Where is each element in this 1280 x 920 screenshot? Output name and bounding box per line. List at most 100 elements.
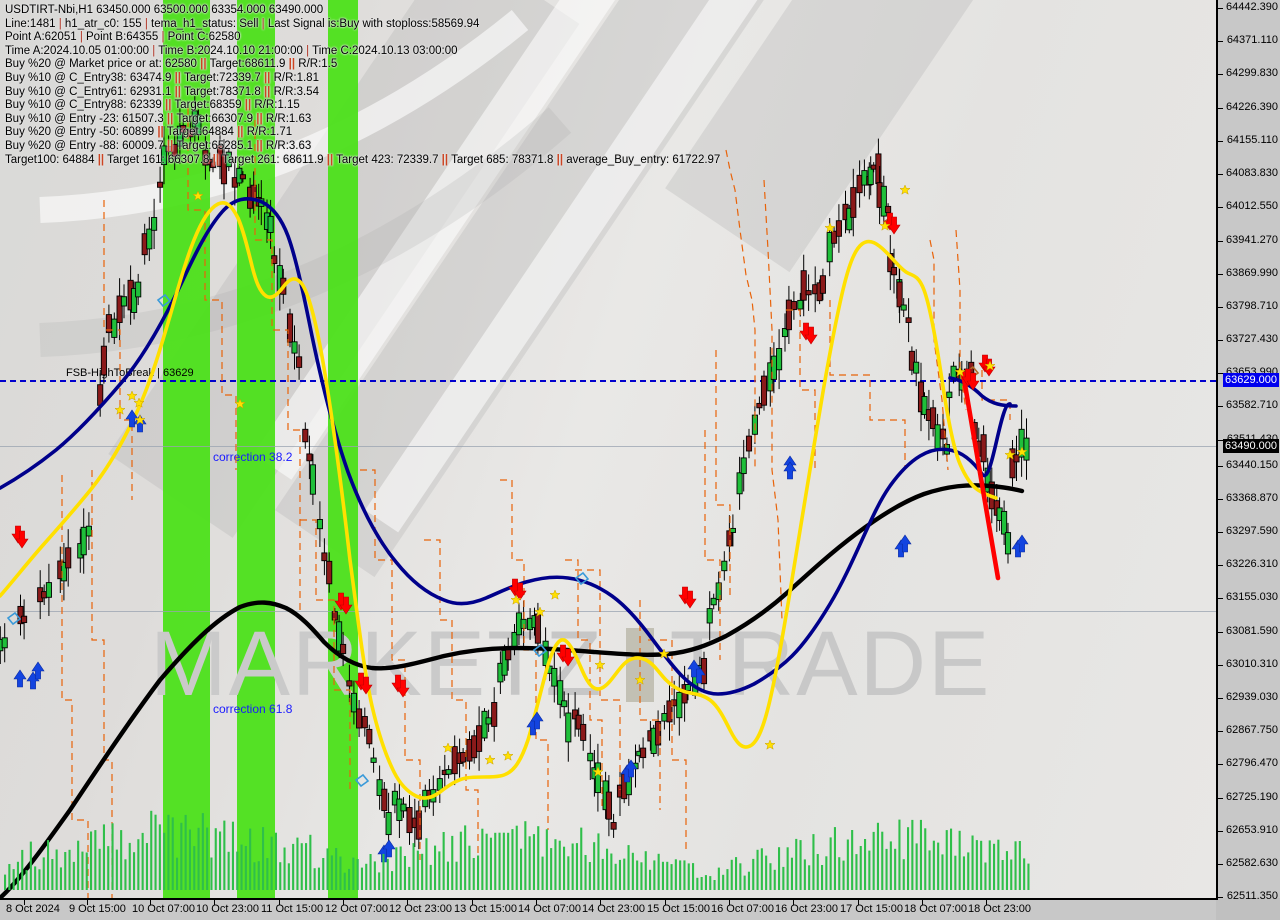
price-tick-label: 63440.150 — [1226, 459, 1278, 471]
chart-info-header: USDTIRT-Nbi,H1 63450.000 63500.000 63354… — [2, 2, 723, 169]
signal-star-icon — [126, 390, 138, 401]
signal-star-icon — [549, 589, 561, 600]
price-tick-label: 62939.030 — [1226, 691, 1278, 703]
price-tick-mark — [1218, 108, 1223, 109]
time-tick-label: 10 Oct 23:00 — [196, 903, 259, 915]
price-tick-mark — [1218, 532, 1223, 533]
price-tick-mark — [1218, 798, 1223, 799]
price-tick-label: 63869.990 — [1226, 267, 1278, 279]
chart-plot-area[interactable]: MARKE TZ TRADE FSB-HighToBreak | 63629 co… — [0, 0, 1218, 900]
price-tick-label: 64442.390 — [1226, 1, 1278, 13]
time-tick-label: 16 Oct 07:00 — [711, 903, 774, 915]
time-tick-label: 17 Oct 15:00 — [840, 903, 903, 915]
time-tick-label: 18 Oct 23:00 — [968, 903, 1031, 915]
time-tick-label: 14 Oct 23:00 — [582, 903, 645, 915]
price-tick-mark — [1218, 307, 1223, 308]
price-tick-label: 62725.190 — [1226, 791, 1278, 803]
price-tick-mark — [1218, 565, 1223, 566]
chart-window: MARKE TZ TRADE FSB-HighToBreak | 63629 co… — [0, 0, 1280, 920]
price-tick-label: 64012.550 — [1226, 200, 1278, 212]
price-tick-label: 64371.110 — [1226, 34, 1278, 46]
header-line-times: Time A:2024.10.05 01:00:00 | Time B:2024… — [5, 44, 458, 57]
price-tick-mark — [1218, 731, 1223, 732]
header-line-buy-4: Buy %10 @ C_Entry88: 62339 || Target:683… — [5, 99, 300, 112]
price-tick-label: 63226.310 — [1226, 558, 1278, 570]
header-line-symbol: USDTIRT-Nbi,H1 63450.000 63500.000 63354… — [5, 4, 324, 16]
header-line-buy-1: Buy %20 @ Market price or at: 62580 || T… — [5, 58, 338, 71]
candlestick-series — [0, 96, 1030, 855]
time-tick-label: 18 Oct 07:00 — [904, 903, 967, 915]
price-tick-mark — [1218, 698, 1223, 699]
price-tick-mark — [1218, 831, 1223, 832]
price-tick-label: 62867.750 — [1226, 724, 1278, 736]
header-line-points: Point A:62051 | Point B:64355 | Point C:… — [5, 31, 241, 44]
time-tick-label: 15 Oct 15:00 — [647, 903, 710, 915]
header-line-buy-6: Buy %20 @ Entry -50: 60899 || Target:648… — [5, 126, 293, 139]
price-tick-mark — [1218, 466, 1223, 467]
price-tick-mark — [1218, 274, 1223, 275]
header-line-buy-2: Buy %10 @ C_Entry38: 63474.9 || Target:7… — [5, 71, 319, 84]
price-tick-mark — [1218, 241, 1223, 242]
signal-star-icon — [442, 742, 454, 753]
signal-star-icon — [899, 184, 911, 195]
price-tick-label: 62511.350 — [1226, 890, 1278, 902]
time-tick-label: 13 Oct 15:00 — [454, 903, 517, 915]
price-tick-label: 63582.710 — [1226, 399, 1278, 411]
price-tick-label: 63081.590 — [1226, 625, 1278, 637]
price-tick-label: 63297.590 — [1226, 525, 1278, 537]
time-axis[interactable]: 8 Oct 2024 9 Oct 15:00 10 Oct 07:00 10 Oct … — [0, 900, 1216, 920]
current-price-badge: 63490.000 — [1223, 439, 1279, 453]
fractal-marker-3 — [354, 773, 370, 788]
price-tick-label: 63941.270 — [1226, 234, 1278, 246]
time-tick-label: 10 Oct 07:00 — [132, 903, 195, 915]
volume-histogram — [4, 810, 1030, 890]
time-tick-label: 11 Oct 15:00 — [261, 903, 324, 915]
price-tick-label: 64083.830 — [1226, 167, 1278, 179]
signal-star-icon — [484, 754, 496, 765]
price-tick-label: 63368.870 — [1226, 492, 1278, 504]
price-tick-mark — [1218, 598, 1223, 599]
time-tick-label: 12 Oct 23:00 — [389, 903, 452, 915]
price-tick-mark — [1218, 141, 1223, 142]
price-tick-mark — [1218, 41, 1223, 42]
price-tick-label: 62796.470 — [1226, 757, 1278, 769]
price-tick-mark — [1218, 665, 1223, 666]
time-tick-label: 14 Oct 07:00 — [518, 903, 581, 915]
price-tick-label: 63155.030 — [1226, 591, 1278, 603]
signal-arrows — [11, 212, 1029, 863]
ma-blue-tail — [948, 376, 1018, 408]
ma-black-line — [0, 483, 1025, 898]
price-tick-label: 63798.710 — [1226, 300, 1278, 312]
price-tick-mark — [1218, 864, 1223, 865]
price-tick-label: 63727.430 — [1226, 333, 1278, 345]
price-tick-label: 62653.910 — [1226, 824, 1278, 836]
time-tick-label: 8 Oct 2024 — [6, 903, 60, 915]
time-tick-label: 9 Oct 15:00 — [69, 903, 126, 915]
price-tick-label: 64299.830 — [1226, 67, 1278, 79]
ma-yellow-line — [0, 201, 998, 800]
price-tick-mark — [1218, 74, 1223, 75]
signal-star-icon — [502, 750, 514, 761]
fractal-marker-1 — [156, 293, 172, 308]
price-tick-label: 62582.630 — [1226, 857, 1278, 869]
price-tick-mark — [1218, 764, 1223, 765]
header-line-buy-5: Buy %10 @ Entry -23: 61507.3 || Target:6… — [5, 112, 312, 125]
time-tick-label: 12 Oct 07:00 — [325, 903, 388, 915]
orange-band-lines — [61, 108, 1011, 898]
price-axis[interactable]: 64442.390 64371.110 64299.830 64226.390 6415… — [1218, 0, 1280, 902]
price-tick-mark — [1218, 897, 1223, 898]
header-line-buy-7: Buy %20 @ Entry -88: 60009.7 || Target:6… — [5, 139, 312, 152]
time-tick-label: 16 Oct 23:00 — [775, 903, 838, 915]
ma-blue-line — [0, 197, 1012, 696]
header-line-status: Line:1481 | h1_atr_c0: 155 | tema_h1_sta… — [5, 17, 480, 30]
price-tick-mark — [1218, 207, 1223, 208]
price-tick-mark — [1218, 340, 1223, 341]
price-tick-mark — [1218, 8, 1223, 9]
price-tick-label: 64155.110 — [1226, 134, 1278, 146]
price-tick-mark — [1218, 499, 1223, 500]
signal-star-icon — [192, 190, 204, 201]
header-line-targets: Target100: 64884 || Target 161: 66307.8 … — [5, 153, 721, 166]
price-tick-mark — [1218, 406, 1223, 407]
price-tick-label: 64226.390 — [1226, 101, 1278, 113]
price-tick-label: 63010.310 — [1226, 658, 1278, 670]
